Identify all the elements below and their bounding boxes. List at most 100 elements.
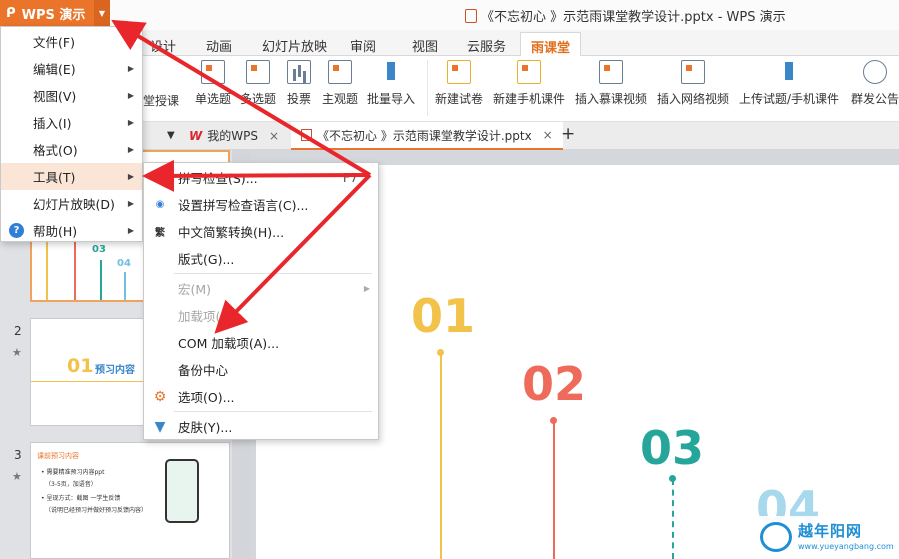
tab-slideshow[interactable]: 幻灯片放映 <box>262 36 327 55</box>
document-icon <box>465 8 477 23</box>
tab-view[interactable]: 视图 <box>412 36 438 55</box>
wps-menu-button[interactable]: ᑭ WPS 演示 ▼ <box>0 0 110 26</box>
menu-item-insert[interactable]: 插入(I) ▶ <box>1 109 142 136</box>
thumb-bullet: （3-5页，加语音） <box>45 481 97 488</box>
insert-web-video-button[interactable]: 插入网络视频 <box>657 60 729 107</box>
timeline-line <box>440 353 442 559</box>
menu-item-spell-language[interactable]: ◉ 设置拼写检查语言(C)... <box>144 191 378 218</box>
menu-label: 文件(F) <box>33 35 75 50</box>
ribbon-label: 新建试卷 <box>435 92 484 106</box>
single-choice-button[interactable]: 单选题 <box>195 60 231 107</box>
menu-label: 幻灯片放映(D) <box>33 197 115 212</box>
menu-item-slideshow[interactable]: 幻灯片放映(D) ▶ <box>1 190 142 217</box>
ribbon-label: 批量导入 <box>367 92 416 106</box>
timeline-line <box>553 421 555 559</box>
thumb-title: 预习内容 <box>95 365 135 376</box>
thumb-bullet: • 需要精准预习内容ppt <box>41 469 105 476</box>
presentation-icon <box>301 129 312 141</box>
add-tab-button[interactable]: + <box>561 124 575 144</box>
upload-icon <box>379 60 403 84</box>
tab-list-chevron-icon[interactable]: ▼ <box>167 130 175 141</box>
multiple-choice-button[interactable]: 多选题 <box>240 60 276 107</box>
menu-item-edit[interactable]: 编辑(E) ▶ <box>1 55 142 82</box>
menu-item-skin[interactable]: ▼ 皮肤(Y)... <box>144 413 378 440</box>
menu-label: 插入(I) <box>33 116 72 131</box>
chevron-right-icon: ▶ <box>127 199 134 208</box>
menu-label: 皮肤(Y)... <box>178 420 233 435</box>
video-icon <box>681 60 705 84</box>
tab-label: 《不忘初心 》示范雨课堂教学设计.pptx <box>317 128 532 143</box>
thumb-number: 03 <box>92 244 106 255</box>
thumb-number: 04 <box>117 258 131 269</box>
wps-logo-icon: ᑭ <box>6 5 16 21</box>
new-mobile-courseware-button[interactable]: 新建手机课件 <box>493 60 565 107</box>
star-icon[interactable]: ★ <box>12 346 22 359</box>
subjective-question-button[interactable]: 主观题 <box>322 60 358 107</box>
upload-quiz-button[interactable]: 上传试题/手机课件 <box>739 60 839 107</box>
vote-button[interactable]: 投票 <box>287 60 311 107</box>
slide-number: 2 <box>14 324 22 338</box>
menu-divider <box>174 273 372 274</box>
tab-animation[interactable]: 动画 <box>206 36 232 55</box>
tab-review[interactable]: 审阅 <box>350 36 376 55</box>
help-icon: ? <box>9 223 24 238</box>
mooc-icon <box>599 60 623 84</box>
menu-label: 备份中心 <box>178 363 229 378</box>
chevron-right-icon: ▶ <box>127 91 134 100</box>
menu-item-layout[interactable]: 版式(G)... <box>144 245 378 272</box>
ribbon-label: 上传试题/手机课件 <box>739 92 840 106</box>
wps-main-menu: 文件(F) 编辑(E) ▶ 视图(V) ▶ 插入(I) ▶ 格式(O) ▶ 工具… <box>0 26 143 242</box>
menu-item-chinese-conversion[interactable]: 繁 中文简繁转换(H)... <box>144 218 378 245</box>
tab-my-wps[interactable]: W 我的WPS × <box>189 127 279 144</box>
menu-item-view[interactable]: 视图(V) ▶ <box>1 82 142 109</box>
menu-label: 设置拼写检查语言(C)... <box>178 198 309 213</box>
chevron-down-icon[interactable]: ▼ <box>94 0 110 26</box>
chinese-convert-icon: 繁 <box>155 228 165 239</box>
group-announcement-button[interactable]: 群发公告 <box>851 60 899 107</box>
menu-item-tools[interactable]: 工具(T) ▶ <box>1 163 142 190</box>
insert-mooc-video-button[interactable]: 插入慕课视频 <box>575 60 647 107</box>
slide-thumbnail-3[interactable]: 课前预习内容 • 需要精准预习内容ppt （3-5页，加语音） • 呈现方式：截… <box>30 442 230 559</box>
new-quiz-button[interactable]: 新建试卷 <box>435 60 483 107</box>
phone-image <box>165 459 199 523</box>
menu-item-com-addins[interactable]: COM 加载项(A)... <box>144 329 378 356</box>
window-title-text: 《不忘初心 》示范雨课堂教学设计.pptx - WPS 演示 <box>481 10 786 25</box>
tab-rain-classroom[interactable]: 雨课堂 <box>520 32 582 57</box>
menu-label: 帮助(H) <box>33 224 78 239</box>
close-icon[interactable]: × <box>543 128 553 142</box>
menu-label: 工具(T) <box>33 170 76 185</box>
menu-item-spell-check[interactable]: 拼写检查(S)... F7 <box>144 164 378 191</box>
thumb-line <box>100 260 102 300</box>
chevron-right-icon: ▶ <box>127 118 134 127</box>
close-icon[interactable]: × <box>269 129 279 143</box>
slide-number-01: 01 <box>411 289 476 343</box>
wps-red-logo-icon: W <box>189 128 203 143</box>
tab-document[interactable]: 《不忘初心 》示范雨课堂教学设计.pptx × <box>291 122 563 150</box>
menu-item-macro: 宏(M) ▶ <box>144 275 378 302</box>
document-tab-bar: ▼ W 我的WPS × 《不忘初心 》示范雨课堂教学设计.pptx × + <box>143 122 899 150</box>
menu-item-backup-center[interactable]: 备份中心 <box>144 356 378 383</box>
ribbon-label: 投票 <box>287 92 312 106</box>
ribbon-label: 群发公告 <box>851 92 899 106</box>
slide-number-03: 03 <box>640 421 705 475</box>
timeline-line <box>672 479 674 559</box>
tab-cloud[interactable]: 云服务 <box>467 36 506 55</box>
slide-number: 3 <box>14 448 22 462</box>
thumb-heading: 课前预习内容 <box>37 452 79 460</box>
watermark-text: 越年阳网 <box>798 522 863 540</box>
ribbon-label: 插入网络视频 <box>657 92 730 106</box>
chevron-right-icon: ▶ <box>127 172 134 181</box>
menu-item-addins: 加载项(I)... <box>144 302 378 329</box>
batch-import-button[interactable]: 批量导入 <box>367 60 415 107</box>
star-icon[interactable]: ★ <box>12 470 22 483</box>
menu-item-file[interactable]: 文件(F) <box>1 28 142 55</box>
menu-item-help[interactable]: ? 帮助(H) ▶ <box>1 217 142 244</box>
ribbon-start-class-button[interactable]: 堂授课 <box>143 92 179 109</box>
tab-design[interactable]: 设计 <box>150 36 176 55</box>
menu-item-options[interactable]: ⚙ 选项(O)... <box>144 383 378 410</box>
ribbon-label: 堂授课 <box>143 94 180 108</box>
menu-item-format[interactable]: 格式(O) ▶ <box>1 136 142 163</box>
menu-label: 选项(O)... <box>178 390 235 405</box>
menu-label: 加载项(I)... <box>178 309 241 324</box>
new-courseware-icon <box>517 60 541 84</box>
